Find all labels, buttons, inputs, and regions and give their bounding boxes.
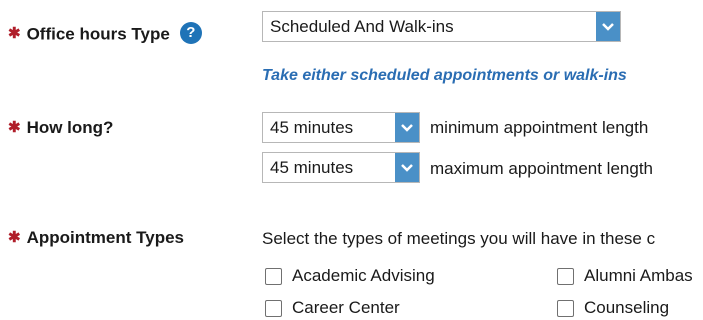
office-hours-type-label: Office hours Type — [26, 24, 170, 44]
checkbox[interactable] — [265, 299, 282, 317]
max-length-caption: maximum appointment length — [430, 159, 654, 178]
checkbox-label: Career Center — [292, 298, 400, 317]
chevron-down-icon[interactable] — [395, 113, 419, 142]
how-long-label: How long? — [26, 118, 114, 137]
appointment-types-label-row: ✱ Appointment Types — [8, 228, 184, 248]
office-hours-type-hint: Take either scheduled appointments or wa… — [262, 67, 627, 84]
chevron-down-icon[interactable] — [395, 153, 419, 182]
min-length-select[interactable]: 45 minutes — [262, 112, 420, 143]
appointment-types-label: Appointment Types — [26, 228, 184, 247]
checkbox-counseling[interactable]: Counseling — [557, 298, 669, 318]
checkbox[interactable] — [265, 267, 282, 285]
help-icon[interactable]: ? — [179, 22, 202, 44]
checkbox[interactable] — [557, 299, 574, 317]
required-asterisk-icon: ✱ — [8, 25, 21, 43]
checkbox-label: Alumni Ambas — [584, 266, 693, 285]
min-length-caption: minimum appointment length — [430, 118, 649, 137]
checkbox[interactable] — [557, 267, 574, 285]
chevron-down-icon[interactable] — [596, 12, 620, 41]
how-long-label-row: ✱ How long? — [8, 118, 113, 138]
required-asterisk-icon: ✱ — [8, 229, 21, 246]
checkbox-career-center[interactable]: Career Center — [265, 298, 400, 318]
office-hours-type-label-row: ✱ Office hours Type? — [8, 22, 202, 46]
max-length-value: 45 minutes — [270, 157, 354, 177]
office-hours-type-value: Scheduled And Walk-ins — [270, 16, 454, 36]
checkbox-academic-advising[interactable]: Academic Advising — [265, 266, 435, 286]
appointment-types-instruction: Select the types of meetings you will ha… — [262, 229, 656, 248]
checkbox-label: Academic Advising — [292, 266, 435, 285]
checkbox-alumni-ambassadors[interactable]: Alumni Ambas — [557, 266, 693, 286]
max-length-select[interactable]: 45 minutes — [262, 152, 420, 183]
office-hours-type-select[interactable]: Scheduled And Walk-ins — [262, 11, 621, 42]
required-asterisk-icon: ✱ — [8, 119, 21, 136]
min-length-value: 45 minutes — [270, 117, 354, 137]
checkbox-label: Counseling — [584, 298, 670, 317]
